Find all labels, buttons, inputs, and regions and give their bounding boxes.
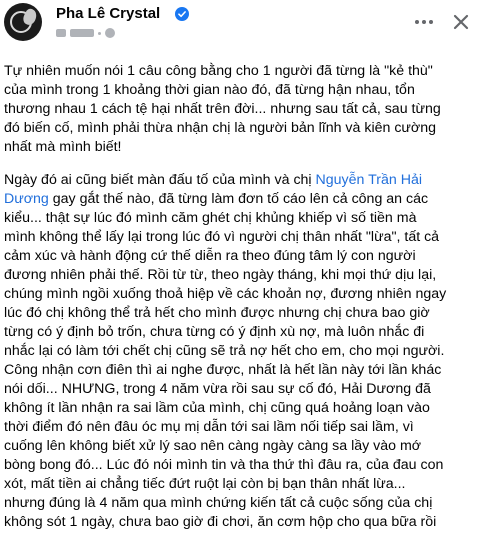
facebook-post: Pha Lê Crystal Tự nhiên muốn nói 1 câu c… [0, 0, 479, 560]
close-icon[interactable] [447, 8, 475, 36]
author-avatar[interactable] [4, 3, 42, 41]
paragraph-2: Ngày đó ai cũng biết màn đấu tố của mình… [4, 172, 447, 530]
post-header: Pha Lê Crystal [0, 0, 479, 48]
author-name[interactable]: Pha Lê Crystal [56, 5, 160, 23]
more-options-icon[interactable] [412, 10, 436, 34]
privacy-globe-icon [105, 28, 115, 38]
paragraph-1: Tự nhiên muốn nói 1 câu công bằng cho 1 … [4, 63, 441, 155]
verified-badge-icon [175, 7, 189, 21]
post-meta-redacted [56, 26, 115, 40]
post-text: Tự nhiên muốn nói 1 câu công bằng cho 1 … [4, 62, 476, 546]
